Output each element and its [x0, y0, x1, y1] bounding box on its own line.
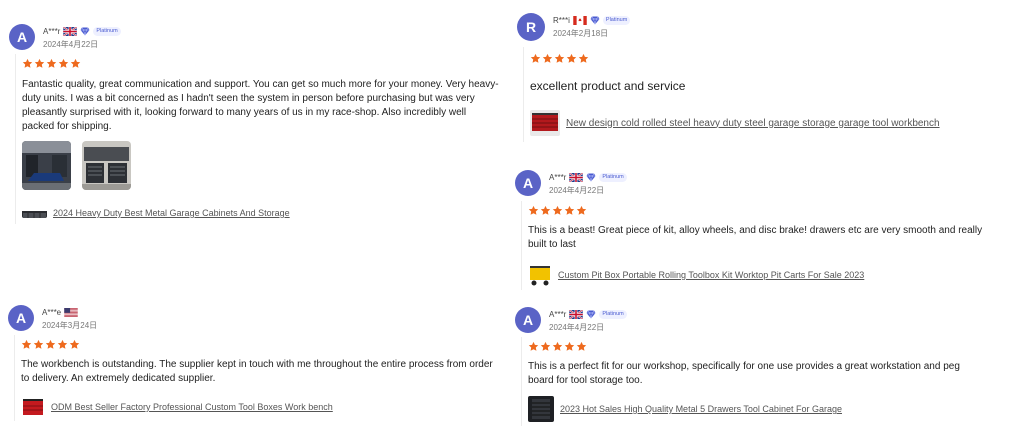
- reviewer-name: A***e: [42, 307, 62, 317]
- star-icon: [46, 58, 57, 69]
- star-icon: [45, 339, 56, 350]
- star-icon: [22, 58, 33, 69]
- star-icon: [21, 339, 32, 350]
- star-icon: [552, 341, 563, 352]
- star-icon: [70, 58, 81, 69]
- star-rating: [528, 205, 995, 216]
- review-photo[interactable]: [22, 141, 71, 190]
- review-text: Fantastic quality, great communication a…: [22, 79, 499, 132]
- product-thumbnail[interactable]: [528, 396, 554, 422]
- star-icon: [564, 341, 575, 352]
- review-header: A A***r Platinum 2024年4月22日: [515, 170, 995, 196]
- product-link-row[interactable]: ODM Best Seller Factory Professional Cus…: [21, 397, 488, 417]
- review-date: 2024年2月18日: [553, 29, 609, 38]
- review-card: A A***r Platinum 2024年4月22日 Fantastic qu…: [9, 24, 499, 224]
- review-photo[interactable]: [82, 141, 131, 190]
- uk-flag-icon: [569, 310, 583, 319]
- star-icon: [566, 53, 577, 64]
- product-link-row[interactable]: 2024 Heavy Duty Best Metal Garage Cabine…: [22, 208, 489, 218]
- review-header: R R***i Platinum 2024年2月18日: [517, 13, 997, 41]
- review-text: This is a beast! Great piece of kit, all…: [528, 225, 983, 250]
- product-link-row[interactable]: New design cold rolled steel heavy duty …: [530, 110, 997, 136]
- avatar: A: [8, 305, 34, 331]
- star-rating: [530, 53, 997, 64]
- canada-flag-icon: [573, 16, 587, 25]
- product-thumbnail[interactable]: [22, 208, 47, 218]
- uk-flag-icon: [569, 173, 583, 182]
- product-thumbnail[interactable]: [528, 264, 552, 286]
- star-rating: [528, 341, 995, 352]
- product-link[interactable]: ODM Best Seller Factory Professional Cus…: [51, 402, 333, 412]
- us-flag-icon: [64, 308, 78, 317]
- product-link-row[interactable]: Custom Pit Box Portable Rolling Toolbox …: [528, 264, 995, 286]
- reviewer-name: R***i: [553, 15, 570, 25]
- uk-flag-icon: [63, 27, 77, 36]
- star-icon: [540, 205, 551, 216]
- star-icon: [57, 339, 68, 350]
- product-thumbnail[interactable]: [530, 110, 560, 136]
- review-header: A A***r Platinum 2024年4月22日: [9, 24, 489, 50]
- reviewer-name: A***r: [43, 26, 61, 36]
- star-icon: [540, 341, 551, 352]
- star-icon: [542, 53, 553, 64]
- star-icon: [576, 205, 587, 216]
- review-card: R R***i Platinum 2024年2月18日 excellent pr…: [517, 13, 997, 142]
- review-photos: [22, 141, 489, 190]
- product-link[interactable]: 2024 Heavy Duty Best Metal Garage Cabine…: [53, 208, 290, 218]
- star-icon: [58, 58, 69, 69]
- review-header: A A***e 2024年3月24日: [8, 305, 488, 331]
- review-date: 2024年4月22日: [549, 186, 605, 195]
- platinum-badge: Platinum: [599, 172, 627, 182]
- product-link[interactable]: 2023 Hot Sales High Quality Metal 5 Draw…: [560, 404, 842, 414]
- avatar: R: [517, 13, 545, 41]
- star-icon: [528, 341, 539, 352]
- star-icon: [530, 53, 541, 64]
- review-text: The workbench is outstanding. The suppli…: [21, 359, 493, 384]
- review-date: 2024年4月22日: [43, 40, 99, 49]
- product-thumbnail[interactable]: [21, 397, 45, 417]
- star-icon: [564, 205, 575, 216]
- star-rating: [21, 339, 488, 350]
- review-card: A A***e 2024年3月24日 The workbench is outs…: [8, 305, 493, 421]
- avatar: A: [9, 24, 35, 50]
- review-card: A A***r Platinum 2024年4月22日 This is a pe…: [515, 307, 995, 426]
- reviewer-name: A***r: [549, 309, 567, 319]
- product-link[interactable]: New design cold rolled steel heavy duty …: [566, 118, 940, 129]
- star-icon: [528, 205, 539, 216]
- diamond-icon: [586, 173, 596, 182]
- reviewer-name: A***r: [549, 172, 567, 182]
- review-text: This is a perfect fit for our workshop, …: [528, 361, 960, 386]
- review-date: 2024年4月22日: [549, 323, 605, 332]
- avatar: A: [515, 307, 541, 333]
- product-link-row[interactable]: 2023 Hot Sales High Quality Metal 5 Draw…: [528, 396, 995, 422]
- platinum-badge: Platinum: [93, 26, 121, 36]
- star-icon: [33, 339, 44, 350]
- diamond-icon: [586, 310, 596, 319]
- product-link[interactable]: Custom Pit Box Portable Rolling Toolbox …: [558, 270, 864, 280]
- star-icon: [552, 205, 563, 216]
- star-icon: [576, 341, 587, 352]
- review-text: excellent product and service: [530, 79, 686, 93]
- diamond-icon: [590, 16, 600, 25]
- platinum-badge: Platinum: [599, 309, 627, 319]
- platinum-badge: Platinum: [602, 15, 631, 25]
- diamond-icon: [80, 27, 90, 36]
- review-card: A A***r Platinum 2024年4月22日 This is a be…: [515, 170, 995, 290]
- star-icon: [34, 58, 45, 69]
- review-header: A A***r Platinum 2024年4月22日: [515, 307, 995, 333]
- avatar: A: [515, 170, 541, 196]
- review-date: 2024年3月24日: [42, 321, 98, 330]
- star-rating: [22, 58, 489, 69]
- star-icon: [69, 339, 80, 350]
- star-icon: [554, 53, 565, 64]
- star-icon: [578, 53, 589, 64]
